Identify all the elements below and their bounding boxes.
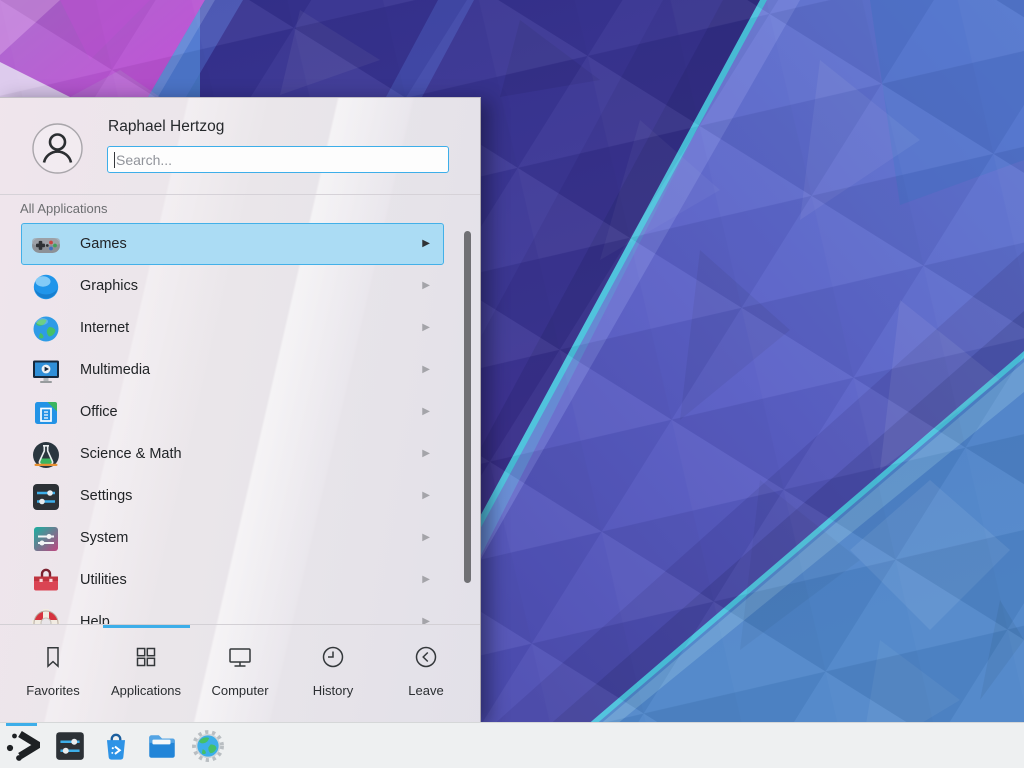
- leave-icon: [412, 643, 440, 671]
- help-icon: [30, 607, 62, 624]
- multimedia-icon: [30, 355, 62, 387]
- category-label: Internet: [80, 320, 129, 336]
- discover-icon: [99, 729, 133, 763]
- favorites-icon: [39, 643, 67, 671]
- system-icon: [30, 523, 62, 555]
- systemsettings-icon: [53, 729, 87, 763]
- submenu-arrow-icon: ▶: [422, 491, 430, 501]
- submenu-arrow-icon: ▶: [422, 239, 430, 249]
- tab-leave[interactable]: Leave: [379, 643, 473, 709]
- taskbar-application-launcher[interactable]: [6, 729, 40, 763]
- category-label: Multimedia: [80, 362, 150, 378]
- taskbar-panel: ES 7:03 PM 4/24/21: [0, 722, 1024, 768]
- submenu-arrow-icon: ▶: [422, 323, 430, 333]
- dolphin-icon: [145, 729, 179, 763]
- category-item-graphics[interactable]: Graphics ▶: [21, 265, 444, 307]
- section-label: All Applications: [20, 201, 107, 216]
- tab-label: Favorites: [6, 683, 100, 698]
- scrollbar-thumb[interactable]: [464, 231, 471, 583]
- graphics-icon: [30, 271, 62, 303]
- category-label: Utilities: [80, 572, 127, 588]
- tab-applications[interactable]: Applications: [99, 643, 193, 709]
- search-box: [107, 146, 449, 173]
- active-tab-indicator: [103, 625, 190, 628]
- submenu-arrow-icon: ▶: [422, 407, 430, 417]
- category-list: Games▶Graphics▶Internet▶Multimedia▶Offic…: [0, 223, 480, 624]
- history-icon: [319, 643, 347, 671]
- taskbar-discover-software-center[interactable]: [99, 729, 133, 763]
- launcher-header: Raphael Hertzog: [0, 98, 480, 194]
- tabbar-separator: [0, 624, 480, 625]
- science-icon: [30, 439, 62, 471]
- office-icon: [30, 397, 62, 429]
- category-label: System: [80, 530, 128, 546]
- search-input[interactable]: [108, 147, 448, 172]
- computer-icon: [226, 643, 254, 671]
- taskbar-system-settings[interactable]: [53, 729, 87, 763]
- tab-favorites[interactable]: Favorites: [6, 643, 100, 709]
- category-item-office[interactable]: Office ▶: [21, 391, 444, 433]
- gamepad-icon: [30, 229, 62, 261]
- category-item-system[interactable]: System ▶: [21, 517, 444, 559]
- desktop: Raphael Hertzog All Applications Games▶G…: [0, 0, 1024, 768]
- category-label: Office: [80, 404, 118, 420]
- settings-icon: [30, 481, 62, 513]
- category-item-internet[interactable]: Internet ▶: [21, 307, 444, 349]
- category-item-settings[interactable]: Settings ▶: [21, 475, 444, 517]
- submenu-arrow-icon: ▶: [422, 575, 430, 585]
- internet-icon: [30, 313, 62, 345]
- tab-computer[interactable]: Computer: [193, 643, 287, 709]
- category-label: Help: [80, 614, 110, 624]
- tab-label: History: [286, 683, 380, 698]
- user-avatar-icon[interactable]: [32, 123, 83, 174]
- category-item-multimedia[interactable]: Multimedia ▶: [21, 349, 444, 391]
- header-separator: [0, 194, 480, 195]
- category-item-help[interactable]: Help ▶: [21, 601, 444, 624]
- category-item-games[interactable]: Games ▶: [21, 223, 444, 265]
- tab-label: Leave: [379, 683, 473, 698]
- kickoff-icon: [6, 729, 40, 763]
- category-item-science-math[interactable]: Science & Math ▶: [21, 433, 444, 475]
- text-cursor: [114, 152, 115, 168]
- submenu-arrow-icon: ▶: [422, 365, 430, 375]
- taskbar-dolphin-file-manager[interactable]: [145, 729, 179, 763]
- category-item-utilities[interactable]: Utilities ▶: [21, 559, 444, 601]
- utilities-icon: [30, 565, 62, 597]
- browser-icon: [191, 729, 225, 763]
- application-launcher-popup: Raphael Hertzog All Applications Games▶G…: [0, 97, 481, 722]
- submenu-arrow-icon: ▶: [422, 617, 430, 624]
- user-name: Raphael Hertzog: [108, 118, 224, 136]
- submenu-arrow-icon: ▶: [422, 281, 430, 291]
- submenu-arrow-icon: ▶: [422, 449, 430, 459]
- applications-icon: [132, 643, 160, 671]
- category-label: Graphics: [80, 278, 138, 294]
- tab-label: Applications: [99, 683, 193, 698]
- category-label: Science & Math: [80, 446, 182, 462]
- category-label: Games: [80, 236, 127, 252]
- submenu-arrow-icon: ▶: [422, 533, 430, 543]
- taskbar-web-browser[interactable]: [191, 729, 225, 763]
- tab-label: Computer: [193, 683, 287, 698]
- tab-history[interactable]: History: [286, 643, 380, 709]
- category-label: Settings: [80, 488, 132, 504]
